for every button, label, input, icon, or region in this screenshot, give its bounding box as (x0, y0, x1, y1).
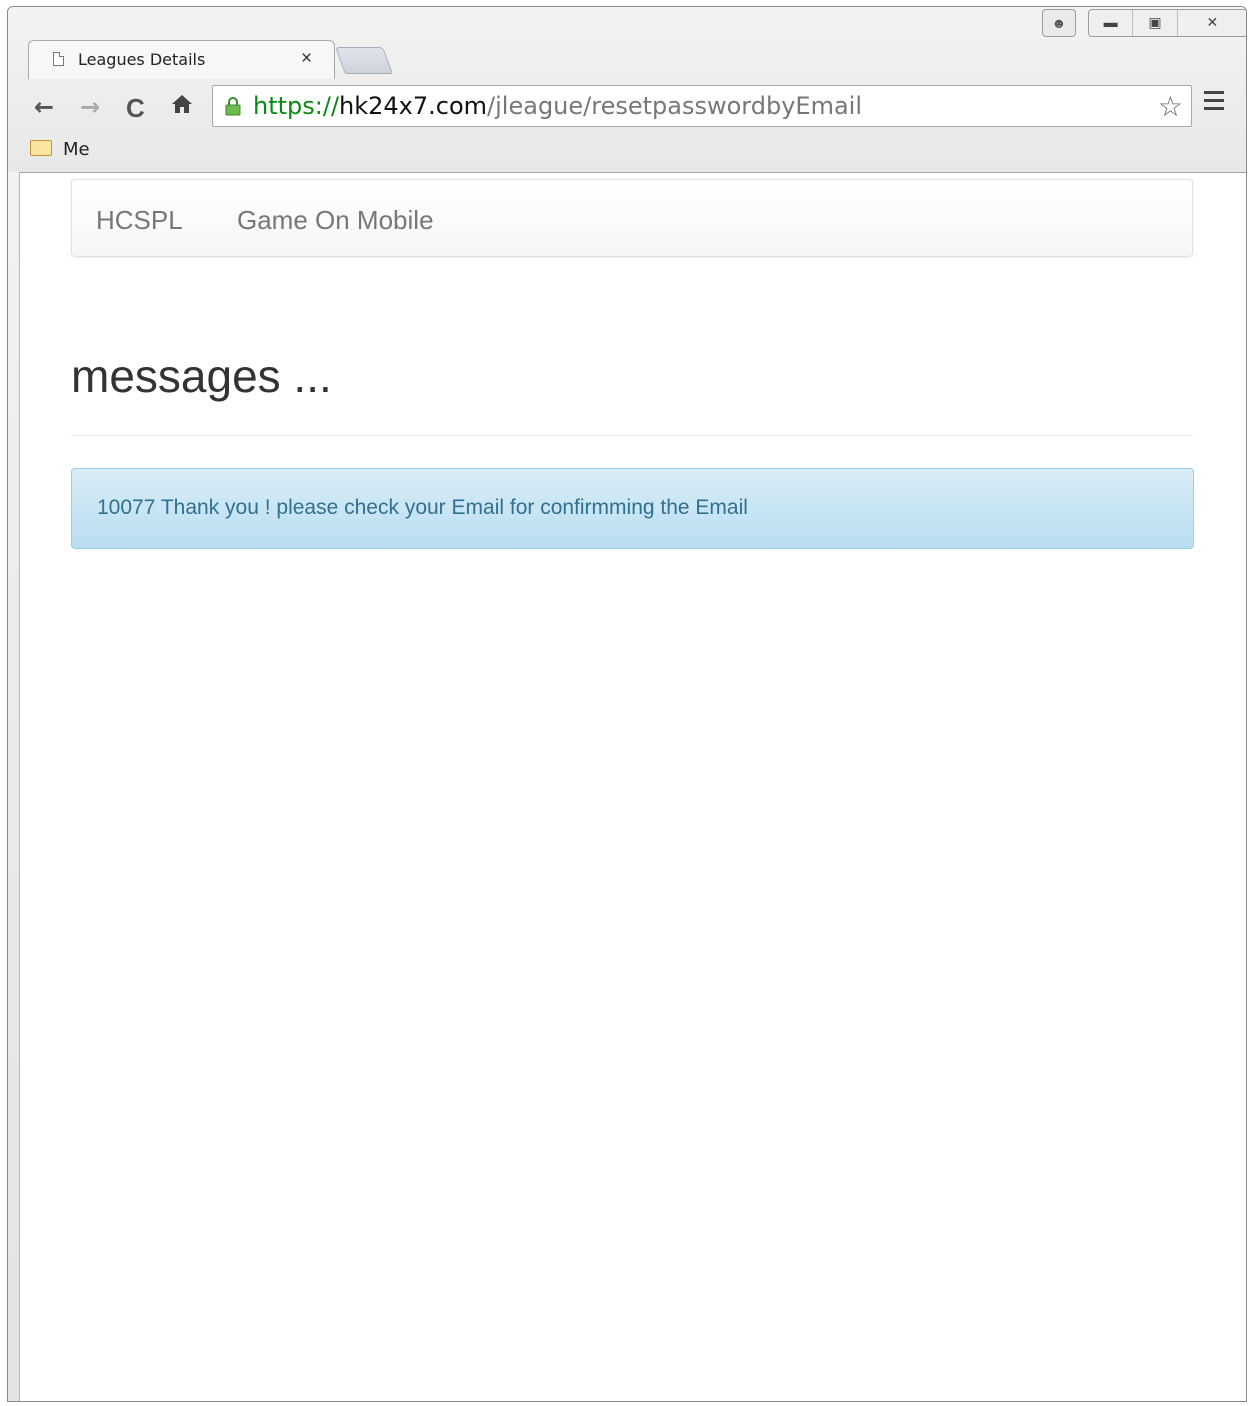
bookmark-star-icon[interactable]: ☆ (1158, 90, 1183, 123)
forward-icon[interactable]: → (80, 93, 100, 121)
address-bar[interactable]: https://hk24x7.com/jleague/resetpassword… (212, 85, 1192, 127)
tab-active[interactable]: Leagues Details × (28, 40, 335, 79)
lock-icon (225, 96, 241, 116)
close-window-button[interactable]: ✕ (1178, 10, 1246, 36)
url-path: /jleague/resetpasswordbyEmail (487, 92, 862, 120)
bookmarks-bar: Me (8, 133, 1246, 167)
browser-window: ☻ ▬ ▣ ✕ Leagues Details × ← → C https://… (7, 6, 1247, 1402)
divider (71, 435, 1193, 436)
page-title: messages ... (71, 350, 332, 402)
site-navbar: HCSPL Game On Mobile (71, 179, 1193, 257)
info-alert: 10077 Thank you ! please check your Emai… (71, 468, 1194, 549)
url-text: https://hk24x7.com/jleague/resetpassword… (253, 92, 862, 120)
home-icon[interactable] (170, 92, 194, 122)
window-controls: ▬ ▣ ✕ (1088, 9, 1246, 37)
browser-toolbar: ← → C https://hk24x7.com/jleague/resetpa… (8, 79, 1246, 131)
url-scheme: https:// (253, 92, 340, 120)
bookmark-me[interactable]: Me (63, 139, 90, 160)
tab-close-icon[interactable]: × (301, 48, 312, 70)
menu-icon[interactable] (1204, 91, 1224, 115)
browser-chrome: ☻ ▬ ▣ ✕ Leagues Details × ← → C https://… (8, 7, 1246, 172)
back-icon[interactable]: ← (34, 93, 54, 121)
tab-title: Leagues Details (78, 50, 206, 69)
url-host: hk24x7.com (339, 92, 488, 120)
minimize-button[interactable]: ▬ (1089, 10, 1134, 36)
folder-icon (30, 140, 52, 156)
navbar-brand[interactable]: HCSPL (96, 205, 183, 236)
profile-button[interactable]: ☻ (1042, 9, 1076, 37)
page-viewport: HCSPL Game On Mobile messages ... 10077 … (19, 172, 1246, 1401)
alert-message: 10077 Thank you ! please check your Emai… (97, 496, 748, 519)
nav-link-game-on-mobile[interactable]: Game On Mobile (237, 205, 434, 236)
page-icon (53, 52, 64, 66)
user-icon: ☻ (1051, 15, 1067, 31)
new-tab-button[interactable] (335, 47, 393, 74)
maximize-button[interactable]: ▣ (1133, 10, 1178, 36)
reload-icon[interactable]: C (126, 93, 145, 124)
